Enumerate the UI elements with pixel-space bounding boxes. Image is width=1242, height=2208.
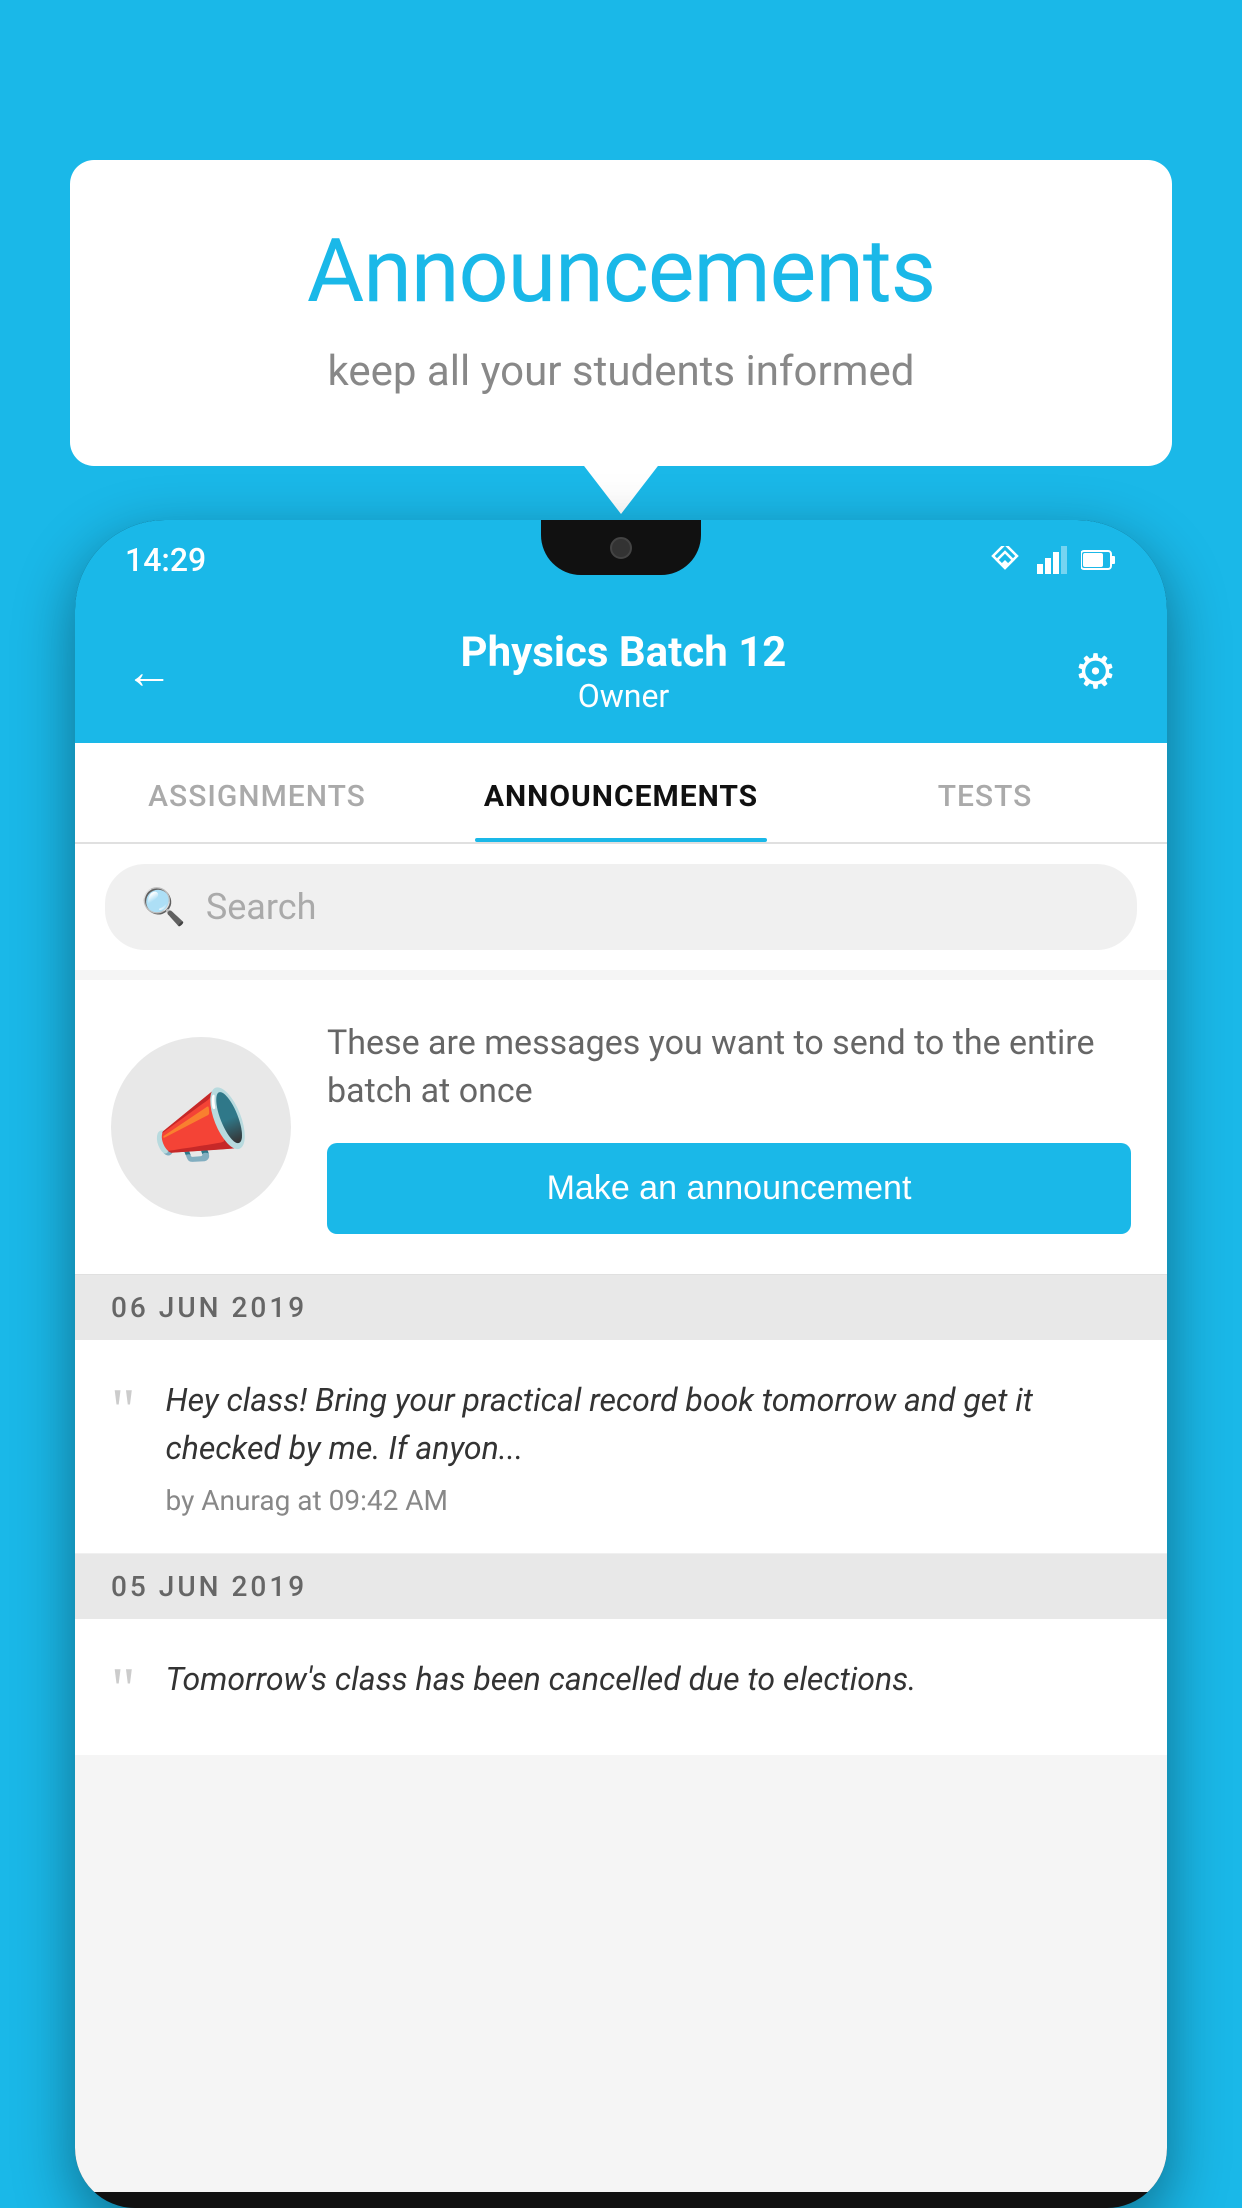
header-subtitle: Owner: [461, 677, 787, 715]
promo-description: These are messages you want to send to t…: [327, 1020, 1131, 1115]
search-bar-wrap: 🔍 Search: [75, 844, 1167, 970]
tab-tests[interactable]: TESTS: [803, 743, 1167, 842]
quote-icon-1: ": [111, 1380, 136, 1440]
header-center: Physics Batch 12 Owner: [461, 628, 787, 715]
promo-icon-circle: 📣: [111, 1037, 291, 1217]
app-header: ← Physics Batch 12 Owner ⚙: [75, 600, 1167, 743]
status-icons: [987, 546, 1117, 574]
header-title: Physics Batch 12: [461, 628, 787, 677]
signal-icon: [1037, 546, 1067, 574]
announcement-text-1: Hey class! Bring your practical record b…: [166, 1376, 1132, 1472]
phone-content: 🔍 Search 📣 These are messages you want t…: [75, 844, 1167, 2192]
announcements-subtitle: keep all your students informed: [150, 347, 1092, 396]
promo-right: These are messages you want to send to t…: [327, 1020, 1131, 1234]
announcement-item-2: " Tomorrow's class has been cancelled du…: [75, 1619, 1167, 1755]
wifi-icon: [987, 546, 1023, 574]
speech-bubble-container: Announcements keep all your students inf…: [70, 160, 1172, 466]
search-placeholder: Search: [206, 886, 317, 928]
announcement-by-1: by Anurag at 09:42 AM: [166, 1484, 1132, 1517]
tabs-bar: ASSIGNMENTS ANNOUNCEMENTS TESTS: [75, 743, 1167, 844]
status-time: 14:29: [125, 541, 206, 579]
status-bar: 14:29: [75, 520, 1167, 600]
announcement-text-2: Tomorrow's class has been cancelled due …: [166, 1655, 1132, 1703]
battery-icon: [1081, 549, 1117, 571]
search-icon: 🔍: [141, 886, 186, 928]
announcement-promo: 📣 These are messages you want to send to…: [75, 980, 1167, 1275]
back-button[interactable]: ←: [125, 643, 173, 700]
announcement-text-block-2: Tomorrow's class has been cancelled due …: [166, 1655, 1132, 1715]
quote-icon-2: ": [111, 1659, 136, 1719]
tab-assignments[interactable]: ASSIGNMENTS: [75, 743, 439, 842]
megaphone-icon: 📣: [151, 1080, 251, 1174]
tab-announcements[interactable]: ANNOUNCEMENTS: [439, 743, 803, 842]
date-separator-1: 06 JUN 2019: [75, 1275, 1167, 1340]
phone-screen: 14:29: [75, 520, 1167, 2208]
make-announcement-button[interactable]: Make an announcement: [327, 1143, 1131, 1234]
announcements-title: Announcements: [150, 220, 1092, 323]
announcement-item-1: " Hey class! Bring your practical record…: [75, 1340, 1167, 1554]
date-separator-2: 05 JUN 2019: [75, 1554, 1167, 1619]
notch-camera: [610, 537, 632, 559]
gear-icon[interactable]: ⚙: [1074, 643, 1117, 700]
search-bar[interactable]: 🔍 Search: [105, 864, 1137, 950]
speech-bubble: Announcements keep all your students inf…: [70, 160, 1172, 466]
notch: [541, 520, 701, 575]
phone-frame: 14:29: [75, 520, 1167, 2208]
announcement-text-block-1: Hey class! Bring your practical record b…: [166, 1376, 1132, 1517]
